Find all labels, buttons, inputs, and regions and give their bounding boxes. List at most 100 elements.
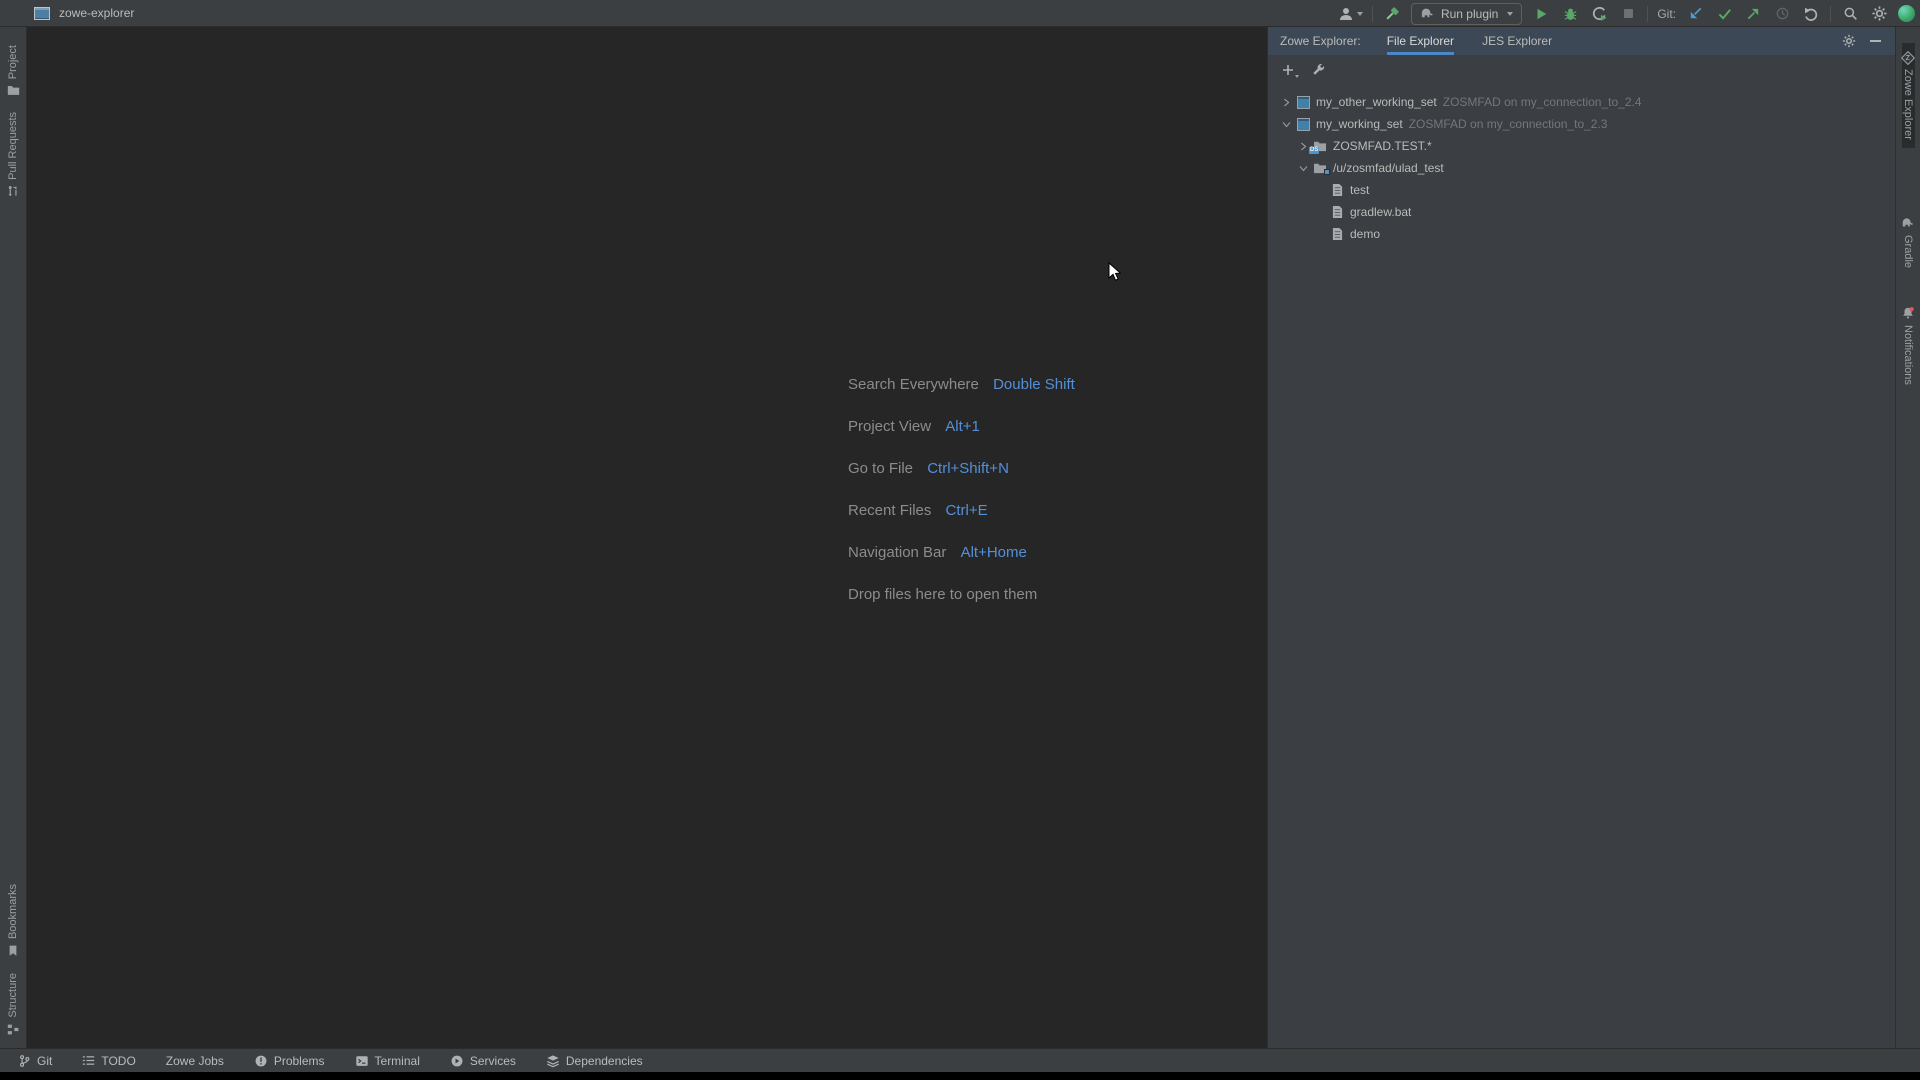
- undo-icon: [1803, 6, 1819, 22]
- arrow-down-left-icon: [1688, 6, 1703, 21]
- status-item-services[interactable]: Services: [450, 1054, 516, 1068]
- file-explorer-tree: my_other_working_set ZOSMFAD on my_conne…: [1268, 85, 1895, 245]
- empty-editor-shortcuts: Search Everywhere Double Shift Project V…: [848, 375, 1075, 627]
- profiler-button[interactable]: [1589, 4, 1609, 24]
- profiler-icon: [1592, 6, 1607, 21]
- tree-item-label: /u/zosmfad/ulad_test: [1333, 161, 1444, 175]
- zowe-icon: Z: [1902, 51, 1915, 64]
- arrow-up-right-icon: [1746, 6, 1761, 21]
- build-button[interactable]: [1382, 4, 1402, 24]
- tree-item-label: test: [1350, 183, 1369, 197]
- wrench-icon[interactable]: [1311, 63, 1326, 78]
- shortcut-key: Alt+1: [945, 418, 980, 435]
- editor-area[interactable]: Search Everywhere Double Shift Project V…: [27, 27, 1267, 1048]
- git-commit-button[interactable]: [1714, 4, 1734, 24]
- main-area: Project Pull Requests Bookmarks Structur…: [0, 27, 1920, 1048]
- shortcut-line: Project View Alt+1: [848, 417, 1075, 437]
- tree-item-label: gradlew.bat: [1350, 205, 1411, 219]
- tree-row[interactable]: demo: [1268, 223, 1895, 245]
- status-item-zowe-jobs[interactable]: Zowe Jobs: [166, 1054, 224, 1068]
- chevron-down-icon[interactable]: [1278, 119, 1295, 130]
- user-account-button[interactable]: [1338, 4, 1363, 24]
- bell-icon: [1901, 306, 1915, 320]
- chevron-down-icon[interactable]: [1295, 163, 1312, 174]
- pull-request-icon: [7, 185, 20, 198]
- tool-button-project[interactable]: Project: [7, 37, 20, 104]
- right-tool-stripe: Z Zowe Explorer Gradle Notifications: [1895, 27, 1920, 1048]
- panel-header: Zowe Explorer: File Explorer JES Explore…: [1268, 27, 1895, 55]
- search-everywhere-button[interactable]: [1840, 4, 1860, 24]
- status-item-label: Git: [37, 1054, 52, 1068]
- add-working-set-button[interactable]: [1280, 62, 1296, 78]
- tool-button-gradle[interactable]: Gradle: [1901, 208, 1915, 276]
- tree-row[interactable]: /u/zosmfad/ulad_test: [1268, 157, 1895, 179]
- status-item-dependencies[interactable]: Dependencies: [546, 1054, 643, 1068]
- terminal-icon: [355, 1054, 369, 1068]
- panel-title: Zowe Explorer:: [1280, 34, 1361, 48]
- main-toolbar: Run plugin Git:: [1338, 0, 1915, 27]
- settings-button[interactable]: [1869, 4, 1889, 24]
- tool-button-structure[interactable]: Structure: [7, 965, 20, 1044]
- run-configuration-select[interactable]: Run plugin: [1411, 3, 1522, 25]
- status-item-problems[interactable]: Problems: [254, 1054, 325, 1068]
- git-label: Git:: [1657, 7, 1676, 21]
- debug-button[interactable]: [1560, 4, 1580, 24]
- tree-row[interactable]: my_working_set ZOSMFAD on my_connection_…: [1268, 113, 1895, 135]
- tool-button-label: Notifications: [1902, 325, 1914, 385]
- window-title: zowe-explorer: [59, 6, 134, 20]
- run-button[interactable]: [1531, 4, 1551, 24]
- tree-item-label: demo: [1350, 227, 1380, 241]
- tree-row[interactable]: my_other_working_set ZOSMFAD on my_conne…: [1268, 91, 1895, 113]
- git-push-button[interactable]: [1743, 4, 1763, 24]
- panel-settings-gear-icon[interactable]: [1842, 34, 1856, 48]
- tool-button-label: Pull Requests: [7, 112, 19, 180]
- status-item-git[interactable]: Git: [18, 1054, 52, 1068]
- shortcut-key: Ctrl+E: [946, 502, 988, 519]
- tree-row[interactable]: DS ZOSMFAD.TEST.*: [1268, 135, 1895, 157]
- hide-panel-icon[interactable]: [1870, 40, 1881, 42]
- todo-list-icon: [82, 1054, 95, 1067]
- tool-button-notifications[interactable]: Notifications: [1901, 298, 1915, 393]
- status-item-label: Terminal: [375, 1054, 420, 1068]
- tool-button-label: Gradle: [1902, 235, 1914, 268]
- tree-item-label: my_working_set: [1316, 117, 1403, 131]
- stop-button[interactable]: [1618, 4, 1638, 24]
- folder-icon: [7, 84, 20, 96]
- history-button[interactable]: [1772, 4, 1792, 24]
- search-icon: [1843, 6, 1858, 21]
- user-avatar[interactable]: [1898, 5, 1915, 22]
- shortcut-action: Project View: [848, 418, 931, 435]
- uss-folder-icon: [1312, 162, 1328, 174]
- status-item-label: Zowe Jobs: [166, 1054, 224, 1068]
- uss-badge: [1324, 169, 1330, 175]
- git-update-button[interactable]: [1685, 4, 1705, 24]
- file-icon: [1329, 183, 1345, 197]
- tab-jes-explorer[interactable]: JES Explorer: [1482, 27, 1552, 55]
- drop-files-hint: Drop files here to open them: [848, 585, 1075, 605]
- status-item-todo[interactable]: TODO: [82, 1054, 135, 1068]
- chevron-down-icon: [1507, 12, 1513, 16]
- tree-item-detail: ZOSMFAD on my_connection_to_2.4: [1443, 95, 1642, 109]
- bug-icon: [1563, 6, 1578, 21]
- gear-icon: [1872, 6, 1887, 21]
- gradle-icon: [1420, 6, 1435, 21]
- status-item-label: Dependencies: [566, 1054, 643, 1068]
- tool-button-label: Bookmarks: [7, 884, 19, 939]
- dataset-folder-icon: DS: [1312, 140, 1328, 152]
- tool-button-bookmarks[interactable]: Bookmarks: [7, 876, 19, 965]
- status-item-terminal[interactable]: Terminal: [355, 1054, 420, 1068]
- tool-button-pull-requests[interactable]: Pull Requests: [7, 104, 20, 206]
- tab-file-explorer[interactable]: File Explorer: [1387, 27, 1454, 55]
- run-configuration-label: Run plugin: [1441, 7, 1498, 21]
- plus-icon: [1282, 64, 1294, 76]
- status-item-label: Problems: [274, 1054, 325, 1068]
- tree-row[interactable]: gradlew.bat: [1268, 201, 1895, 223]
- shortcut-line: Navigation Bar Alt+Home: [848, 543, 1075, 563]
- shortcut-line: Go to File Ctrl+Shift+N: [848, 459, 1075, 479]
- services-icon: [450, 1054, 464, 1068]
- chevron-right-icon[interactable]: [1278, 97, 1295, 108]
- tree-row[interactable]: test: [1268, 179, 1895, 201]
- rollback-button[interactable]: [1801, 4, 1821, 24]
- tool-button-zowe-explorer[interactable]: Z Zowe Explorer: [1902, 43, 1915, 148]
- tool-button-label: Structure: [7, 973, 19, 1018]
